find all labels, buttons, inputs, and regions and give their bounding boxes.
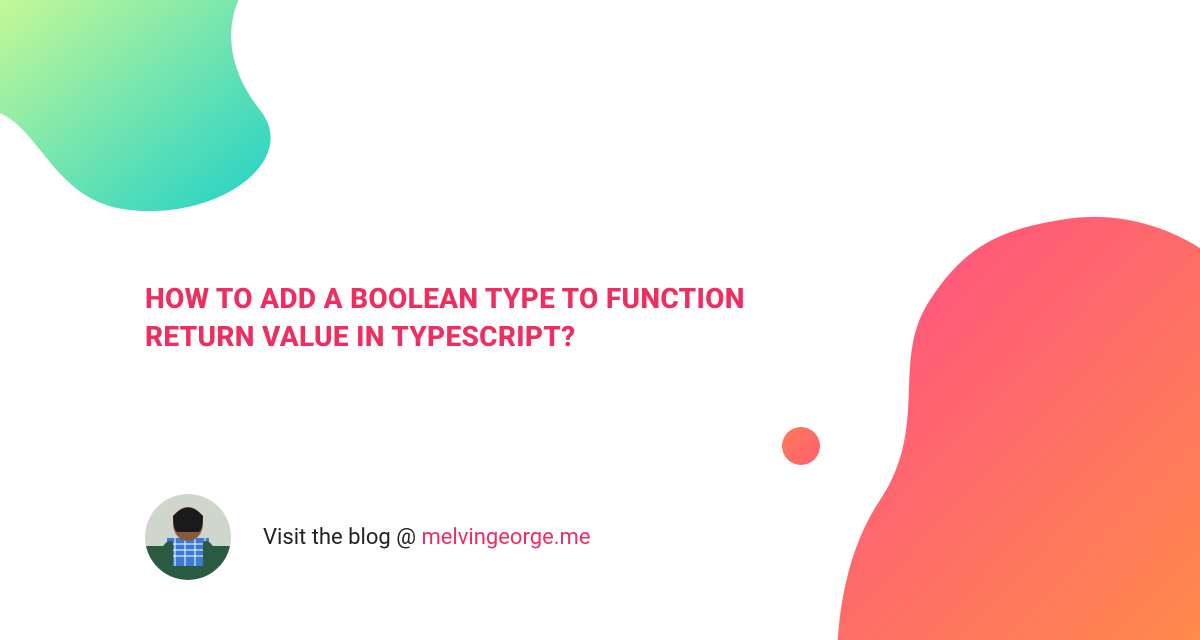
author-avatar: [145, 494, 231, 580]
author-footer: Visit the blog @ melvingeorge.me: [145, 494, 591, 580]
decorative-blob-bottom-right: [760, 160, 1200, 640]
cta-url[interactable]: melvingeorge.me: [421, 525, 590, 550]
cta-text: Visit the blog @ melvingeorge.me: [263, 525, 591, 550]
cta-prefix: Visit the blog @: [263, 525, 421, 550]
decorative-blob-top-left: [0, 0, 320, 260]
article-headline: HOW TO ADD A BOOLEAN TYPE TO FUNCTION RE…: [145, 280, 845, 356]
decorative-dot: [782, 427, 820, 465]
